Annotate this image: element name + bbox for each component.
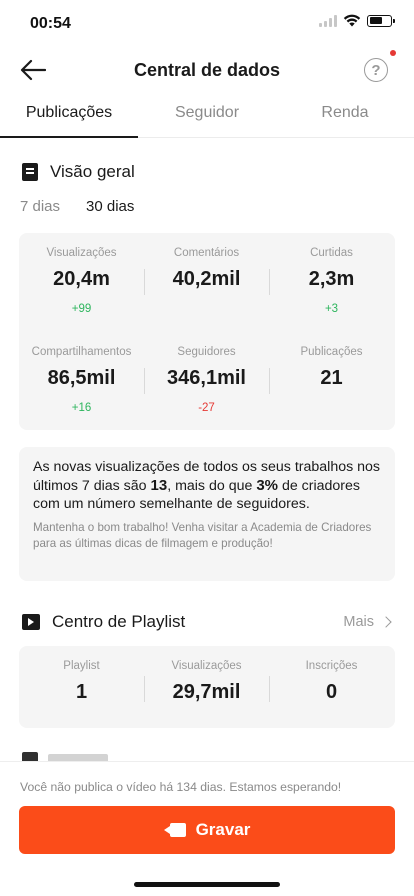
stat-label: Playlist <box>63 660 100 672</box>
stat-label: Publicações <box>300 346 363 358</box>
playlist-more-link[interactable]: Mais <box>343 614 392 630</box>
wifi-icon <box>343 14 361 27</box>
insight-count: 13 <box>150 476 168 494</box>
period-selector: 7 dias 30 dias <box>20 198 134 215</box>
playlist-title: Centro de Playlist <box>52 612 186 631</box>
home-indicator <box>134 882 280 887</box>
stat-label: Seguidores <box>177 346 236 358</box>
overview-stats-card: Visualizações 20,4m +99 Comentários 40,2… <box>19 233 395 430</box>
stat-value: 2,3m <box>308 268 355 290</box>
publish-reminder: Você não publica o vídeo há 134 dias. Es… <box>20 780 342 794</box>
stat-seguidores[interactable]: Seguidores 346,1mil -27 <box>144 346 269 414</box>
playlist-icon <box>22 614 40 630</box>
stat-label: Compartilhamentos <box>31 346 132 358</box>
insight-text-part: , mais do que <box>167 477 257 494</box>
playlist-header: Centro de Playlist <box>22 612 185 632</box>
stat-label: Visualizações <box>46 247 117 259</box>
status-time: 00:54 <box>30 15 71 32</box>
tab-renda[interactable]: Renda <box>276 94 414 137</box>
overview-title: Visão geral <box>50 162 135 181</box>
nav-bar: Central de dados ? <box>0 48 414 92</box>
tab-bar: Publicações Seguidor Renda <box>0 94 414 138</box>
record-button[interactable]: Gravar <box>19 806 395 854</box>
stat-comentarios[interactable]: Comentários 40,2mil <box>144 247 269 291</box>
battery-icon <box>367 14 395 27</box>
stat-value: 346,1mil <box>167 367 246 389</box>
insight-text: As novas visualizações de todos os seus … <box>33 458 381 514</box>
stat-compartilhamentos[interactable]: Compartilhamentos 86,5mil +16 <box>19 346 144 414</box>
stat-value: 21 <box>320 367 343 389</box>
stat-visualizacoes[interactable]: Visualizações 20,4m +99 <box>19 247 144 315</box>
status-icons <box>319 14 395 27</box>
stat-inscricoes[interactable]: Inscrições 0 <box>269 660 394 704</box>
stat-label: Comentários <box>173 247 240 259</box>
stat-playlist-visualizacoes[interactable]: Visualizações 29,7mil <box>144 660 269 704</box>
chevron-right-icon <box>380 616 392 628</box>
stat-playlist[interactable]: Playlist 1 <box>19 660 144 704</box>
video-camera-icon <box>163 823 186 837</box>
help-button[interactable]: ? <box>364 58 388 82</box>
stat-curtidas[interactable]: Curtidas 2,3m +3 <box>269 247 394 315</box>
tab-seguidor[interactable]: Seguidor <box>138 94 276 137</box>
stat-label: Curtidas <box>310 247 353 259</box>
stat-publicacoes[interactable]: Publicações 21 <box>269 346 394 390</box>
stat-label: Inscrições <box>305 660 358 672</box>
tab-publicacoes[interactable]: Publicações <box>0 94 138 138</box>
record-label: Gravar <box>195 820 251 839</box>
insight-card: As novas visualizações de todos os seus … <box>19 447 395 581</box>
overview-header: Visão geral <box>22 162 135 182</box>
stat-value: 86,5mil <box>47 367 116 389</box>
status-bar: 00:54 <box>0 0 414 48</box>
document-icon <box>22 163 38 181</box>
bottom-panel: Você não publica o vídeo há 134 dias. Es… <box>0 762 414 896</box>
period-7-dias[interactable]: 7 dias <box>20 198 60 215</box>
insight-subtext: Mantenha o bom trabalho! Venha visitar a… <box>33 520 372 550</box>
page-title: Central de dados <box>133 60 281 80</box>
stat-delta: +99 <box>71 303 92 315</box>
stat-delta: +16 <box>71 402 92 414</box>
stat-value: 40,2mil <box>172 268 241 290</box>
signal-icon <box>319 14 337 27</box>
stat-delta: +3 <box>324 303 339 315</box>
stat-label: Visualizações <box>171 660 242 672</box>
stat-value: 1 <box>75 681 88 703</box>
stat-delta: -27 <box>198 402 215 414</box>
more-label: Mais <box>343 614 374 630</box>
help-circle-icon: ? <box>371 61 381 79</box>
period-30-dias[interactable]: 30 dias <box>86 198 134 215</box>
stat-value: 29,7mil <box>172 681 241 703</box>
playlist-stats-card: Playlist 1 Visualizações 29,7mil Inscriç… <box>19 646 395 728</box>
insight-percent: 3% <box>256 476 278 494</box>
stat-value: 0 <box>325 681 338 703</box>
notification-dot <box>390 50 396 56</box>
stat-value: 20,4m <box>53 268 110 290</box>
